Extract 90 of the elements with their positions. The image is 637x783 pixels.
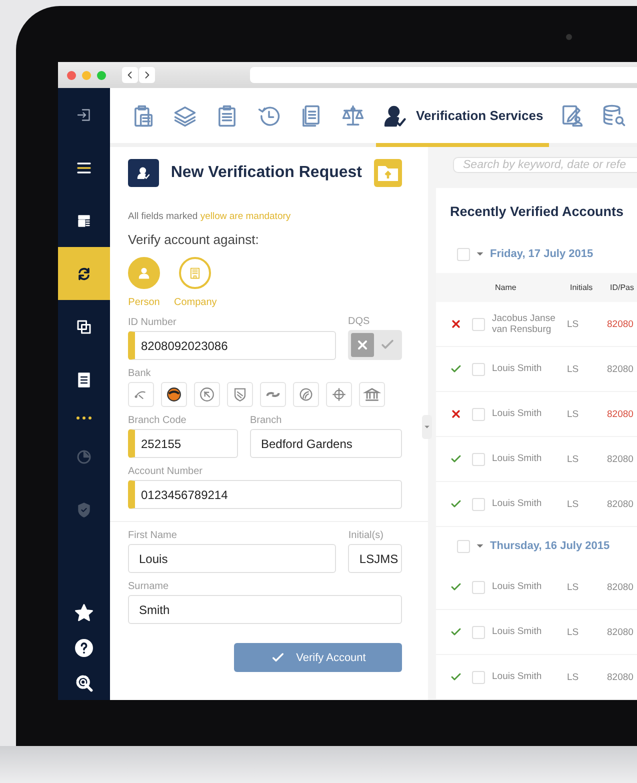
upload-folder-button[interactable] xyxy=(374,159,402,187)
circle-logo-icon xyxy=(198,386,216,403)
table-cell: 82080 xyxy=(607,582,634,592)
field-label: Branch Code xyxy=(128,415,188,426)
field-label: Initial(s) xyxy=(348,530,384,541)
checkbox[interactable] xyxy=(472,362,485,376)
collapse-handle[interactable] xyxy=(422,415,432,439)
column-header: Name xyxy=(495,282,518,292)
date-heading: Thursday, 16 July 2015 xyxy=(490,540,610,552)
table-cell-text: Jacobus Janse van Rensburg xyxy=(492,312,556,336)
table-cell-text: LS xyxy=(567,626,580,638)
input-field[interactable]: Bedford Gardens xyxy=(250,429,402,458)
table-cell-text: LS xyxy=(567,318,580,330)
search-field[interactable]: Search by keyword, date or refe xyxy=(453,157,637,173)
shield-icon xyxy=(75,500,93,518)
table-cell-text: LS xyxy=(567,364,580,374)
column-header: ID/Pas xyxy=(610,283,634,292)
table-cell: 82080 xyxy=(607,364,634,374)
field-label: Account Number xyxy=(128,466,204,477)
bank-button[interactable] xyxy=(161,382,187,407)
table-cell: 82080 xyxy=(607,672,634,682)
caret-icon[interactable] xyxy=(476,543,484,549)
field-label: DQS xyxy=(348,316,371,327)
checkbox[interactable] xyxy=(472,670,485,684)
table-cell-text: Louis Smith xyxy=(492,626,543,638)
table-cell-text: Louis Smith xyxy=(492,498,543,510)
chart-icon xyxy=(75,448,93,466)
help-icon xyxy=(73,636,95,658)
date-heading: Friday, 17 July 2015 xyxy=(490,248,594,260)
table-cell: 82080 xyxy=(607,454,634,464)
input-field[interactable]: 0123456789214 xyxy=(128,480,402,509)
dots-icon xyxy=(75,416,93,420)
user-check-icon xyxy=(128,159,159,187)
table-cell: 82080 xyxy=(607,318,634,330)
form-title: New Verification Request xyxy=(170,164,362,182)
crosshair-icon xyxy=(330,386,348,403)
close-button[interactable] xyxy=(67,70,76,80)
back-button[interactable] xyxy=(122,67,138,83)
database-search-icon xyxy=(601,102,628,128)
dqs-toggle[interactable] xyxy=(348,330,402,360)
column-header: Initials xyxy=(570,283,594,292)
table-cell-text: Louis Smith xyxy=(492,453,543,465)
table-cell-text: Louis Smith xyxy=(492,363,543,375)
input-field[interactable]: LSJMS xyxy=(348,544,402,573)
table-cell-text: Louis Smith xyxy=(492,581,543,593)
table-cell: 82080 xyxy=(607,498,634,510)
field-label: Surname xyxy=(128,581,170,592)
mandatory-note: All fields marked yellow are mandatory xyxy=(128,211,292,222)
field-label: ID Number xyxy=(128,317,178,328)
table-cell: 82080 xyxy=(607,626,634,638)
checkbox[interactable] xyxy=(457,540,470,552)
checkbox[interactable] xyxy=(472,318,485,330)
checkbox[interactable] xyxy=(472,498,485,510)
checkbox[interactable] xyxy=(472,626,485,638)
table-cell-text: LS xyxy=(567,582,580,592)
input-field[interactable]: 8208092023086 xyxy=(128,331,336,360)
caret-icon[interactable] xyxy=(476,251,484,257)
table-cell-text: LS xyxy=(567,672,580,682)
table-cell-text: LS xyxy=(567,498,580,510)
field-label: Branch xyxy=(250,415,283,426)
folder-upload-icon xyxy=(378,166,398,180)
checkbox[interactable] xyxy=(472,452,485,466)
table-cell-text: LS xyxy=(567,454,580,464)
sidebar-item[interactable] xyxy=(58,247,110,300)
bank-building-icon xyxy=(363,386,381,403)
input-field[interactable]: Louis xyxy=(128,544,336,573)
cross-icon xyxy=(351,333,374,357)
camera-dot xyxy=(566,34,572,40)
forward-button[interactable] xyxy=(139,67,155,83)
checkbox[interactable] xyxy=(472,580,485,594)
results-title: Recently Verified Accounts xyxy=(449,203,625,219)
leaf-logo-icon xyxy=(297,386,315,403)
verify-against-label: Verify account against: xyxy=(128,232,260,247)
caret-icon xyxy=(424,425,430,429)
field-label: Bank xyxy=(128,368,152,379)
input-field[interactable]: Smith xyxy=(128,595,402,624)
zoom-button[interactable] xyxy=(97,70,106,80)
star-icon xyxy=(73,602,95,624)
table-cell-text: LS xyxy=(567,408,580,420)
scales-icon xyxy=(340,102,366,128)
checkbox[interactable] xyxy=(472,408,485,420)
field-label: First Name xyxy=(128,530,178,541)
table-cell-text: Louis Smith xyxy=(492,671,543,683)
checkbox[interactable] xyxy=(457,248,470,260)
input-field[interactable]: 252155 xyxy=(128,429,238,458)
copy-icon xyxy=(75,318,93,336)
table-cell-text: Louis Smith xyxy=(492,408,543,420)
tree-logo-icon xyxy=(165,386,183,403)
table-cell: 82080 xyxy=(607,408,634,420)
document-icon xyxy=(75,370,93,388)
